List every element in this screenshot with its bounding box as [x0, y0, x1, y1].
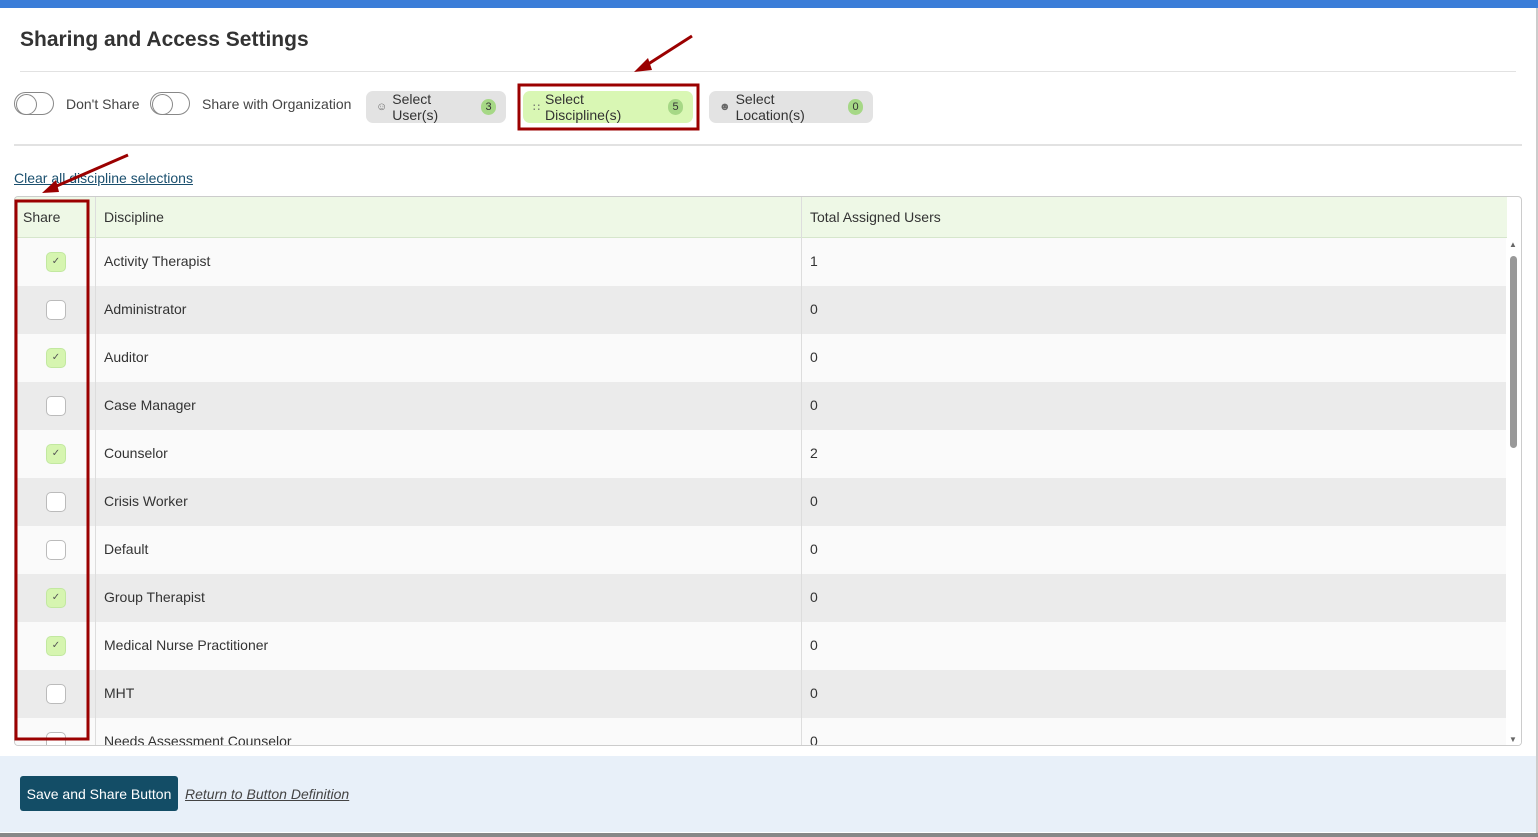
- scroll-up-arrow-icon[interactable]: ▲: [1509, 240, 1517, 249]
- return-to-button-definition-link[interactable]: Return to Button Definition: [185, 786, 349, 802]
- table-header: Share Discipline Total Assigned Users: [15, 197, 1507, 238]
- discipline-name: Crisis Worker: [104, 493, 188, 509]
- column-divider: [801, 197, 802, 745]
- share-checkbox[interactable]: [46, 732, 66, 745]
- total-assigned-users: 0: [810, 733, 818, 746]
- annotation-arrowhead: [634, 58, 652, 72]
- header-total-assigned-users: Total Assigned Users: [810, 209, 941, 225]
- header-discipline: Discipline: [104, 209, 164, 225]
- discipline-icon: ∷: [533, 101, 540, 114]
- select-users-label: Select User(s): [392, 91, 439, 123]
- table-row: ✓ Medical Nurse Practitioner 0: [15, 622, 1507, 670]
- total-assigned-users: 0: [810, 541, 818, 557]
- page-title: Sharing and Access Settings: [20, 28, 309, 51]
- select-locations-button[interactable]: ☻ Select Location(s) 0: [709, 91, 873, 123]
- discipline-name: Counselor: [104, 445, 168, 461]
- disciplines-count-badge: 5: [668, 99, 683, 115]
- scroll-down-arrow-icon[interactable]: ▼: [1509, 735, 1517, 744]
- total-assigned-users: 0: [810, 637, 818, 653]
- share-checkbox[interactable]: ✓: [46, 444, 66, 464]
- total-assigned-users: 0: [810, 589, 818, 605]
- discipline-name: Auditor: [104, 349, 149, 365]
- total-assigned-users: 1: [810, 253, 818, 269]
- share-checkbox[interactable]: ✓: [46, 636, 66, 656]
- header-share: Share: [23, 209, 61, 225]
- divider: [20, 71, 1516, 72]
- discipline-name: Needs Assessment Counselor: [104, 733, 292, 746]
- dont-share-label: Don't Share: [66, 96, 140, 112]
- table-scrollbar[interactable]: ▲ ▼: [1506, 238, 1521, 745]
- discipline-name: Case Manager: [104, 397, 196, 413]
- table-row: Case Manager 0: [15, 382, 1507, 430]
- discipline-name: Activity Therapist: [104, 253, 211, 269]
- discipline-name: MHT: [104, 685, 135, 701]
- total-assigned-users: 0: [810, 301, 818, 317]
- locations-count-badge: 0: [848, 99, 863, 115]
- scrollbar-thumb[interactable]: [1510, 256, 1517, 448]
- select-users-button[interactable]: ☺ Select User(s) 3: [366, 91, 506, 123]
- top-accent-bar: [0, 0, 1538, 8]
- column-divider: [95, 197, 96, 745]
- discipline-name: Medical Nurse Practitioner: [104, 637, 269, 653]
- discipline-name: Group Therapist: [104, 589, 205, 605]
- annotation-arrow: [641, 34, 693, 70]
- select-disciplines-label: Select Discipline(s): [545, 91, 622, 123]
- total-assigned-users: 0: [810, 349, 818, 365]
- user-icon: ☺: [376, 101, 388, 113]
- select-locations-label: Select Location(s): [735, 91, 805, 123]
- discipline-name: Default: [104, 541, 149, 557]
- table-row: ✓ Group Therapist 0: [15, 574, 1507, 622]
- table-row: Administrator 0: [15, 286, 1507, 334]
- table-row: ✓ Counselor 2: [15, 430, 1507, 478]
- users-count-badge: 3: [481, 99, 496, 115]
- dont-share-toggle[interactable]: [14, 92, 54, 115]
- save-and-share-button[interactable]: Save and Share Button: [20, 776, 178, 811]
- share-checkbox[interactable]: [46, 300, 66, 320]
- table-row: ✓ Auditor 0: [15, 334, 1507, 382]
- total-assigned-users: 2: [810, 445, 818, 461]
- share-checkbox[interactable]: [46, 396, 66, 416]
- location-icon: ☻: [719, 101, 731, 113]
- total-assigned-users: 0: [810, 685, 818, 701]
- select-disciplines-button[interactable]: ∷ Select Discipline(s) 5: [523, 91, 693, 123]
- table-row: Crisis Worker 0: [15, 478, 1507, 526]
- table-row: MHT 0: [15, 670, 1507, 718]
- share-checkbox[interactable]: [46, 684, 66, 704]
- table-row: ✓ Activity Therapist 1: [15, 238, 1507, 286]
- share-checkbox[interactable]: ✓: [46, 348, 66, 368]
- divider: [14, 144, 1522, 146]
- total-assigned-users: 0: [810, 397, 818, 413]
- share-with-organization-label: Share with Organization: [202, 96, 352, 112]
- table-row: Needs Assessment Counselor 0: [15, 718, 1507, 746]
- bottom-border: [0, 833, 1538, 837]
- total-assigned-users: 0: [810, 493, 818, 509]
- discipline-table: Share Discipline Total Assigned Users ✓ …: [14, 196, 1522, 746]
- share-checkbox[interactable]: [46, 540, 66, 560]
- share-with-organization-toggle[interactable]: [150, 92, 190, 115]
- share-checkbox[interactable]: ✓: [46, 588, 66, 608]
- share-checkbox[interactable]: ✓: [46, 252, 66, 272]
- share-checkbox[interactable]: [46, 492, 66, 512]
- table-row: Default 0: [15, 526, 1507, 574]
- discipline-name: Administrator: [104, 301, 187, 317]
- clear-discipline-selections-link[interactable]: Clear all discipline selections: [14, 170, 193, 186]
